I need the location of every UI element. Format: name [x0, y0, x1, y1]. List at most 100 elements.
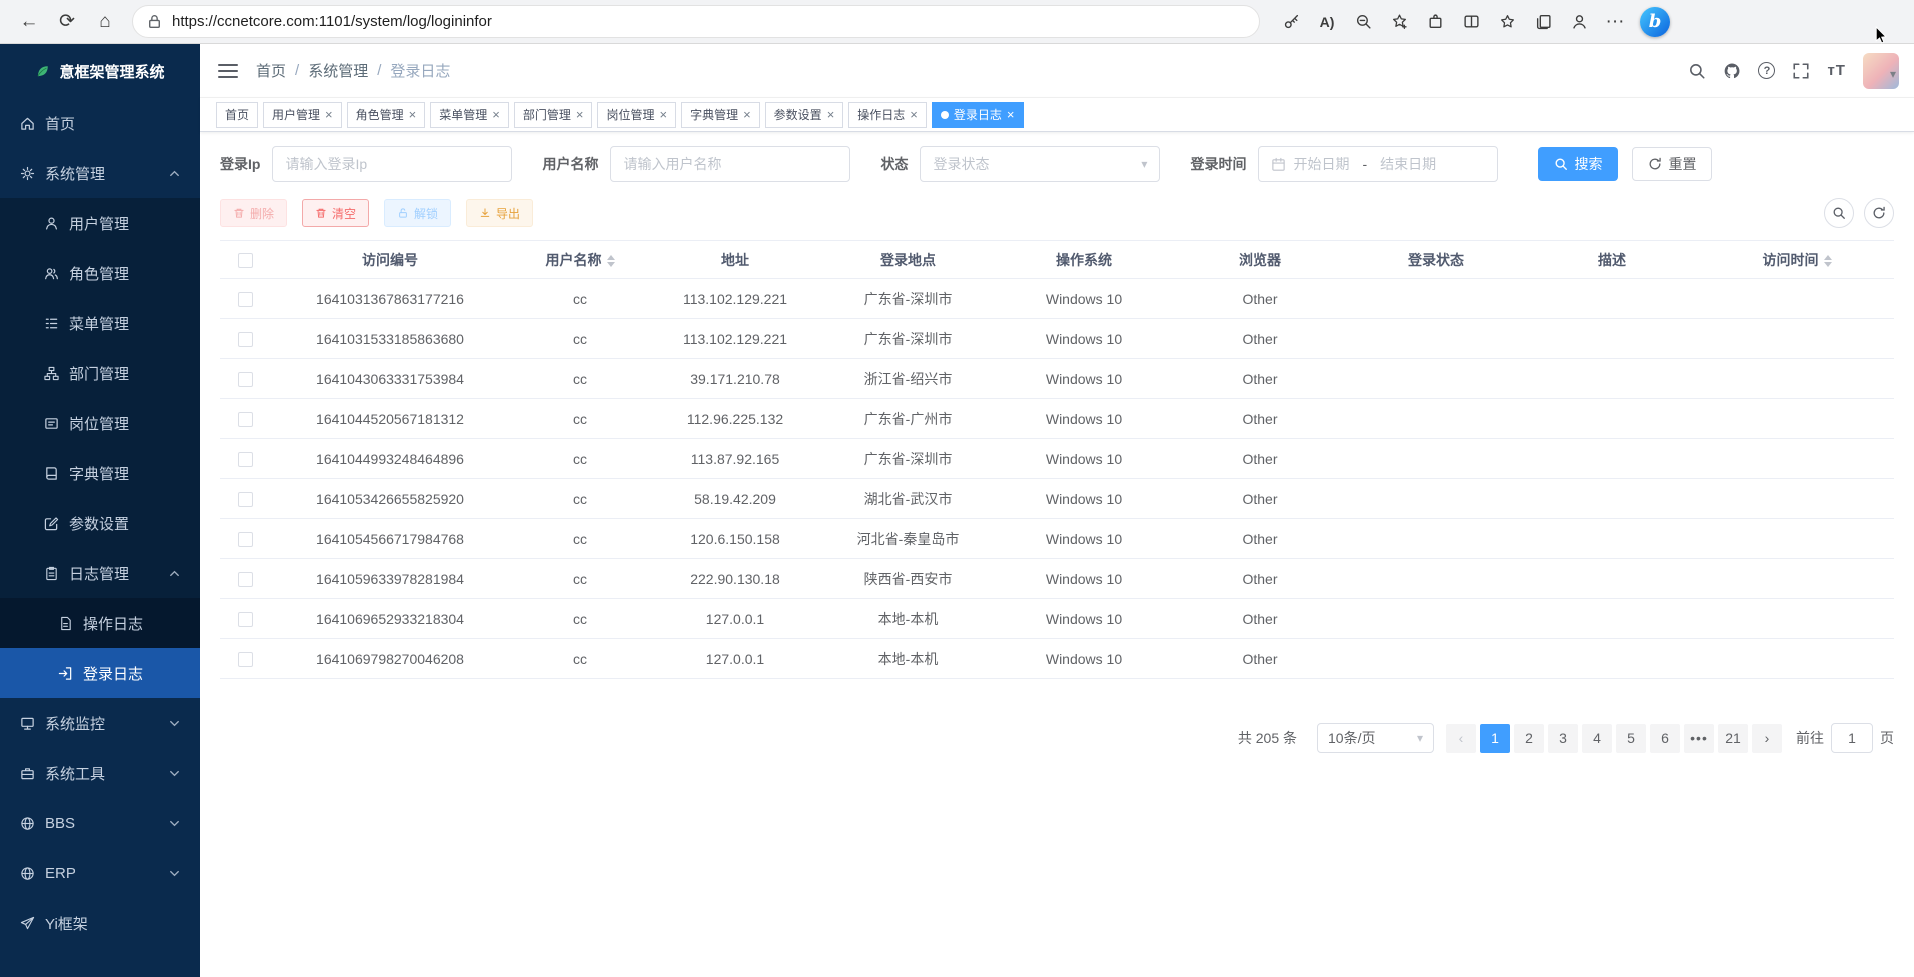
tab-close-icon[interactable]: ×	[576, 108, 584, 121]
row-checkbox[interactable]	[238, 532, 253, 547]
sidebar-item-system[interactable]: 系统管理	[0, 148, 200, 198]
tab-dict-mgmt[interactable]: 字典管理×	[681, 102, 760, 128]
goto-page-input[interactable]	[1831, 723, 1873, 753]
date-range-picker[interactable]: 开始日期 - 结束日期	[1258, 146, 1498, 182]
table-row[interactable]: 1641044993248464896 cc 113.87.92.165 广东省…	[220, 439, 1894, 479]
tab-login-log[interactable]: 登录日志×	[932, 102, 1024, 128]
help-icon[interactable]: ?	[1758, 62, 1775, 79]
col-time[interactable]: 访问时间	[1700, 241, 1894, 279]
tab-close-icon[interactable]: ×	[827, 108, 835, 121]
row-checkbox[interactable]	[238, 612, 253, 627]
row-checkbox[interactable]	[238, 372, 253, 387]
table-row[interactable]: 1641054566717984768 cc 120.6.150.158 河北省…	[220, 519, 1894, 559]
sidebar-item-tools[interactable]: 系统工具	[0, 748, 200, 798]
sidebar-item-login-log[interactable]: 登录日志	[0, 648, 200, 698]
more-pages-button[interactable]: •••	[1684, 724, 1714, 753]
table-row[interactable]: 1641059633978281984 cc 222.90.130.18 陕西省…	[220, 559, 1894, 599]
sidebar-item-yi-framework[interactable]: Yi框架	[0, 898, 200, 948]
read-aloud-icon[interactable]: A)	[1310, 5, 1344, 39]
add-favorite-icon[interactable]	[1382, 5, 1416, 39]
table-row[interactable]: 1641043063331753984 cc 39.171.210.78 浙江省…	[220, 359, 1894, 399]
table-row[interactable]: 1641069652933218304 cc 127.0.0.1 本地-本机 W…	[220, 599, 1894, 639]
row-checkbox[interactable]	[238, 292, 253, 307]
tab-home[interactable]: 首页	[216, 102, 258, 128]
table-row[interactable]: 1641069798270046208 cc 127.0.0.1 本地-本机 W…	[220, 639, 1894, 679]
sort-icon[interactable]	[1824, 255, 1832, 267]
browser-back-button[interactable]: ←	[12, 5, 46, 39]
tab-dept-mgmt[interactable]: 部门管理×	[514, 102, 593, 128]
tab-close-icon[interactable]: ×	[743, 108, 751, 121]
browser-refresh-button[interactable]: ⟳	[50, 5, 84, 39]
sidebar-item-menu-mgmt[interactable]: 菜单管理	[0, 298, 200, 348]
page-button-1[interactable]: 1	[1480, 724, 1510, 753]
extensions-icon[interactable]	[1418, 5, 1452, 39]
sidebar-item-dept-mgmt[interactable]: 部门管理	[0, 348, 200, 398]
tab-menu-mgmt[interactable]: 菜单管理×	[430, 102, 509, 128]
prev-page-button[interactable]: ‹	[1446, 724, 1476, 753]
browser-profile-icon[interactable]	[1562, 5, 1596, 39]
sidebar-item-operation-log[interactable]: 操作日志	[0, 598, 200, 648]
tab-close-icon[interactable]: ×	[1007, 108, 1015, 121]
sidebar-toggle-icon[interactable]	[218, 64, 238, 78]
page-button-4[interactable]: 4	[1582, 724, 1612, 753]
sidebar-item-dict-mgmt[interactable]: 字典管理	[0, 448, 200, 498]
sidebar-item-log-mgmt[interactable]: 日志管理	[0, 548, 200, 598]
sidebar-item-bbs[interactable]: BBS	[0, 798, 200, 848]
page-button-2[interactable]: 2	[1514, 724, 1544, 753]
row-checkbox[interactable]	[238, 652, 253, 667]
table-row[interactable]: 1641031367863177216 cc 113.102.129.221 广…	[220, 279, 1894, 319]
table-row[interactable]: 1641044520567181312 cc 112.96.225.132 广东…	[220, 399, 1894, 439]
collections-icon[interactable]	[1526, 5, 1560, 39]
browser-home-button[interactable]: ⌂	[88, 5, 122, 39]
sort-icon[interactable]	[607, 255, 615, 267]
tab-role-mgmt[interactable]: 角色管理×	[347, 102, 426, 128]
sidebar-item-monitor[interactable]: 系统监控	[0, 698, 200, 748]
row-checkbox[interactable]	[238, 452, 253, 467]
table-row[interactable]: 1641053426655825920 cc 58.19.42.209 湖北省-…	[220, 479, 1894, 519]
tab-close-icon[interactable]: ×	[409, 108, 417, 121]
page-button-6[interactable]: 6	[1650, 724, 1680, 753]
tab-user-mgmt[interactable]: 用户管理×	[263, 102, 342, 128]
tab-operation-log[interactable]: 操作日志×	[848, 102, 927, 128]
tab-post-mgmt[interactable]: 岗位管理×	[597, 102, 676, 128]
app-logo[interactable]: 意框架管理系统	[0, 44, 200, 98]
search-icon[interactable]	[1688, 62, 1706, 80]
font-size-icon[interactable]: тT	[1827, 62, 1846, 79]
row-checkbox[interactable]	[238, 332, 253, 347]
browser-settings-menu-icon[interactable]: ···	[1598, 5, 1632, 39]
reset-button[interactable]: 重置	[1632, 147, 1712, 181]
refresh-table-icon[interactable]	[1864, 198, 1894, 228]
next-page-button[interactable]: ›	[1752, 724, 1782, 753]
sidebar-item-role-mgmt[interactable]: 角色管理	[0, 248, 200, 298]
export-button[interactable]: 导出	[466, 199, 533, 227]
page-size-select[interactable]: 10条/页 ▾	[1317, 723, 1434, 753]
tab-close-icon[interactable]: ×	[910, 108, 918, 121]
favorites-bar-icon[interactable]	[1490, 5, 1524, 39]
page-button-21[interactable]: 21	[1718, 724, 1748, 753]
col-user-name[interactable]: 用户名称	[510, 241, 650, 279]
tab-close-icon[interactable]: ×	[659, 108, 667, 121]
delete-button[interactable]: 删除	[220, 199, 287, 227]
table-row[interactable]: 1641031533185863680 cc 113.102.129.221 广…	[220, 319, 1894, 359]
fullscreen-icon[interactable]	[1792, 62, 1810, 80]
github-icon[interactable]	[1723, 62, 1741, 80]
password-key-icon[interactable]	[1274, 5, 1308, 39]
breadcrumb-home[interactable]: 首页	[256, 60, 286, 81]
clear-button[interactable]: 清空	[302, 199, 369, 227]
status-select[interactable]: 登录状态 ▾	[920, 146, 1160, 182]
tab-param-settings[interactable]: 参数设置×	[765, 102, 844, 128]
toggle-search-icon[interactable]	[1824, 198, 1854, 228]
breadcrumb-system[interactable]: 系统管理	[308, 60, 368, 81]
tab-close-icon[interactable]: ×	[492, 108, 500, 121]
address-bar[interactable]: https://ccnetcore.com:1101/system/log/lo…	[132, 5, 1260, 38]
page-button-3[interactable]: 3	[1548, 724, 1578, 753]
bing-chat-icon[interactable]: b	[1640, 7, 1670, 37]
login-ip-input[interactable]	[285, 156, 499, 172]
sidebar-item-erp[interactable]: ERP	[0, 848, 200, 898]
sidebar-item-param-settings[interactable]: 参数设置	[0, 498, 200, 548]
search-button[interactable]: 搜索	[1538, 147, 1618, 181]
row-checkbox[interactable]	[238, 492, 253, 507]
sidebar-item-post-mgmt[interactable]: 岗位管理	[0, 398, 200, 448]
zoom-out-icon[interactable]	[1346, 5, 1380, 39]
row-checkbox[interactable]	[238, 412, 253, 427]
